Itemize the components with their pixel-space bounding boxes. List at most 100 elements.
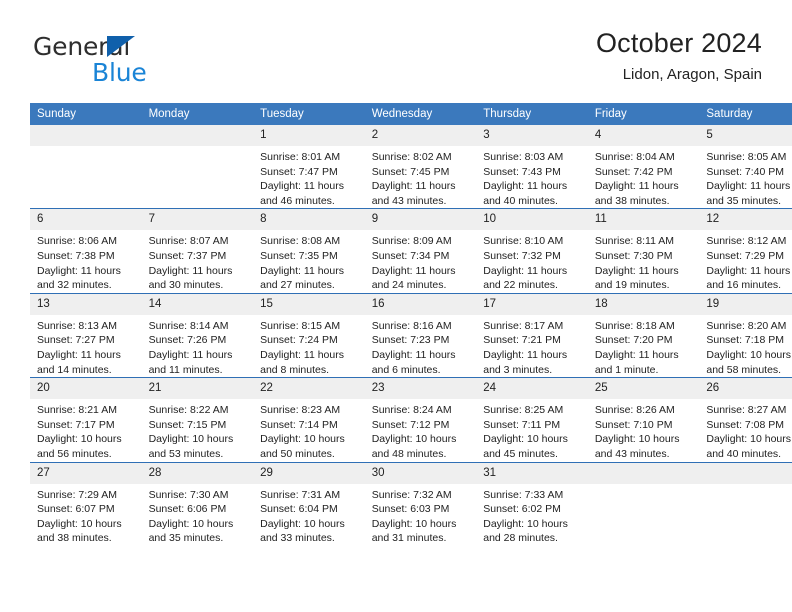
sunrise-text: Sunrise: 8:08 AM — [260, 235, 341, 248]
sunrise-text: Sunrise: 8:10 AM — [483, 235, 564, 248]
sunset-text: Sunset: 7:14 PM — [260, 418, 338, 431]
calendar-day-cell[interactable]: 15 Sunrise: 8:15 AM Sunset: 7:24 PM Dayligh… — [253, 292, 365, 378]
calendar-day-cell[interactable]: 29 Sunrise: 7:31 AM Sunset: 6:04 PM Dayligh… — [253, 461, 365, 546]
day-number — [30, 125, 142, 146]
weekday-header-wednesday: Wednesday — [364, 103, 477, 125]
day-details: Sunrise: 8:03 AM Sunset: 7:43 PM Daylight:… — [476, 146, 588, 208]
sunrise-text: Sunrise: 7:32 AM — [371, 488, 452, 501]
sunrise-text: Sunrise: 8:27 AM — [706, 404, 787, 417]
calendar-day-cell[interactable]: 17 Sunrise: 8:17 AM Sunset: 7:21 PM Dayligh… — [476, 292, 588, 378]
day-details: Sunrise: 8:16 AM Sunset: 7:23 PM Daylight:… — [365, 315, 477, 377]
calendar-day-cell[interactable]: 26 Sunrise: 8:27 AM Sunset: 7:08 PM Dayligh… — [699, 377, 792, 462]
day-number: 17 — [476, 293, 588, 315]
sunset-text: Sunset: 7:29 PM — [706, 249, 785, 262]
calendar-body: 1 Sunrise: 8:01 AM Sunset: 7:47 PM Daylight… — [30, 125, 792, 546]
calendar-day-cell[interactable]: 12 Sunrise: 8:12 AM Sunset: 7:29 PM Dayligh… — [699, 208, 792, 294]
logo-triangle-icon — [107, 36, 135, 57]
calendar-day-cell[interactable]: 5 Sunrise: 8:05 AM Sunset: 7:40 PM Daylight… — [699, 125, 792, 209]
sunrise-text: Sunrise: 7:29 AM — [37, 488, 117, 501]
calendar-day-cell[interactable]: 10 Sunrise: 8:10 AM Sunset: 7:32 PM Dayligh… — [476, 208, 588, 294]
sunset-text: Sunset: 7:26 PM — [148, 334, 227, 347]
sunset-text: Sunset: 7:37 PM — [148, 249, 227, 262]
sunrise-text: Sunrise: 8:07 AM — [148, 235, 229, 248]
page-header: General Blue October 2024 Lidon, Aragon,… — [30, 26, 762, 98]
daylight-text: Daylight: 10 hours and 56 minutes. — [37, 433, 122, 460]
calendar-day-cell[interactable]: 13 Sunrise: 8:13 AM Sunset: 7:27 PM Dayligh… — [30, 292, 142, 378]
day-details: Sunrise: 8:08 AM Sunset: 7:35 PM Daylight:… — [253, 230, 365, 292]
daylight-text: Daylight: 10 hours and 40 minutes. — [706, 433, 792, 460]
calendar-day-cell[interactable]: 18 Sunrise: 8:18 AM Sunset: 7:20 PM Dayligh… — [587, 292, 700, 378]
calendar-day-cell[interactable]: 31 Sunrise: 7:33 AM Sunset: 6:02 PM Dayligh… — [476, 461, 588, 546]
calendar-day-cell[interactable]: 28 Sunrise: 7:30 AM Sunset: 6:06 PM Dayligh… — [141, 461, 254, 546]
calendar-day-cell[interactable]: 16 Sunrise: 8:16 AM Sunset: 7:23 PM Dayligh… — [364, 292, 477, 378]
day-details: Sunrise: 8:26 AM Sunset: 7:10 PM Daylight:… — [588, 399, 700, 461]
calendar-day-cell[interactable]: 6 Sunrise: 8:06 AM Sunset: 7:38 PM Daylight… — [30, 208, 142, 294]
calendar-day-cell-empty — [587, 461, 700, 546]
sunrise-text: Sunrise: 8:13 AM — [37, 319, 117, 332]
calendar-day-cell-empty — [699, 461, 792, 546]
sunset-text: Sunset: 7:27 PM — [37, 334, 115, 347]
calendar-day-cell[interactable]: 3 Sunrise: 8:03 AM Sunset: 7:43 PM Daylight… — [476, 125, 588, 209]
daylight-text: Daylight: 11 hours and 11 minutes. — [148, 348, 233, 376]
sunrise-text: Sunrise: 8:05 AM — [706, 151, 787, 163]
page-title: October 2024 — [595, 28, 762, 58]
sunset-text: Sunset: 7:24 PM — [260, 334, 338, 347]
day-details: Sunrise: 8:05 AM Sunset: 7:40 PM Daylight:… — [699, 146, 792, 208]
sunrise-text: Sunrise: 8:23 AM — [260, 404, 341, 417]
calendar-day-cell[interactable]: 24 Sunrise: 8:25 AM Sunset: 7:11 PM Dayligh… — [476, 377, 588, 462]
day-details: Sunrise: 8:11 AM Sunset: 7:30 PM Daylight:… — [588, 230, 700, 292]
daylight-text: Daylight: 10 hours and 53 minutes. — [148, 433, 234, 460]
calendar-day-cell[interactable]: 25 Sunrise: 8:26 AM Sunset: 7:10 PM Dayligh… — [587, 377, 700, 462]
day-details: Sunrise: 7:31 AM Sunset: 6:04 PM Daylight:… — [253, 484, 365, 546]
calendar-day-cell[interactable]: 2 Sunrise: 8:02 AM Sunset: 7:45 PM Daylight… — [364, 125, 477, 209]
calendar-day-cell-empty — [30, 125, 142, 209]
calendar-day-cell[interactable]: 23 Sunrise: 8:24 AM Sunset: 7:12 PM Dayligh… — [364, 377, 477, 462]
sunset-text: Sunset: 7:23 PM — [371, 334, 450, 347]
sunrise-text: Sunrise: 8:20 AM — [706, 319, 787, 332]
sunrise-text: Sunrise: 8:17 AM — [483, 319, 564, 332]
sunrise-text: Sunrise: 8:24 AM — [371, 404, 452, 417]
day-details: Sunrise: 7:32 AM Sunset: 6:03 PM Daylight:… — [365, 484, 477, 546]
sunset-text: Sunset: 7:17 PM — [37, 418, 115, 431]
daylight-text: Daylight: 10 hours and 35 minutes. — [148, 517, 234, 545]
calendar-day-cell[interactable]: 27 Sunrise: 7:29 AM Sunset: 6:07 PM Dayligh… — [30, 461, 142, 546]
calendar-day-cell[interactable]: 14 Sunrise: 8:14 AM Sunset: 7:26 PM Dayligh… — [141, 292, 254, 378]
calendar-day-cell[interactable]: 19 Sunrise: 8:20 AM Sunset: 7:18 PM Dayligh… — [699, 292, 792, 378]
sunset-text: Sunset: 7:12 PM — [371, 418, 450, 431]
day-details: Sunrise: 8:25 AM Sunset: 7:11 PM Daylight:… — [476, 399, 588, 461]
calendar-day-cell[interactable]: 22 Sunrise: 8:23 AM Sunset: 7:14 PM Dayligh… — [253, 377, 365, 462]
calendar-day-cell[interactable]: 11 Sunrise: 8:11 AM Sunset: 7:30 PM Dayligh… — [587, 208, 700, 294]
day-number: 28 — [141, 462, 254, 484]
calendar-week-row: 27 Sunrise: 7:29 AM Sunset: 6:07 PM Dayligh… — [30, 461, 792, 546]
day-number: 15 — [253, 293, 365, 315]
daylight-text: Daylight: 10 hours and 31 minutes. — [371, 517, 457, 545]
sunrise-text: Sunrise: 8:25 AM — [483, 404, 564, 417]
calendar-day-cell[interactable]: 30 Sunrise: 7:32 AM Sunset: 6:03 PM Dayligh… — [364, 461, 477, 546]
daylight-text: Daylight: 10 hours and 38 minutes. — [37, 517, 122, 545]
daylight-text: Daylight: 11 hours and 19 minutes. — [594, 264, 679, 292]
sunset-text: Sunset: 7:38 PM — [37, 249, 115, 262]
calendar-page: General Blue October 2024 Lidon, Aragon,… — [0, 0, 792, 612]
calendar-day-cell[interactable]: 8 Sunrise: 8:08 AM Sunset: 7:35 PM Daylight… — [253, 208, 365, 294]
brand-logo: General Blue — [33, 32, 223, 94]
calendar-day-cell[interactable]: 7 Sunrise: 8:07 AM Sunset: 7:37 PM Daylight… — [141, 208, 254, 294]
day-number: 16 — [364, 293, 477, 315]
day-number — [699, 462, 792, 484]
calendar-day-cell[interactable]: 1 Sunrise: 8:01 AM Sunset: 7:47 PM Daylight… — [253, 125, 365, 209]
calendar-week-row: 13 Sunrise: 8:13 AM Sunset: 7:27 PM Dayligh… — [30, 292, 792, 378]
calendar-week-row: 6 Sunrise: 8:06 AM Sunset: 7:38 PM Daylight… — [30, 208, 792, 294]
calendar-day-cell[interactable]: 21 Sunrise: 8:22 AM Sunset: 7:15 PM Dayligh… — [141, 377, 254, 462]
day-number: 21 — [141, 378, 254, 400]
day-details: Sunrise: 8:21 AM Sunset: 7:17 PM Daylight:… — [30, 399, 142, 461]
weekday-header-thursday: Thursday — [476, 103, 588, 125]
sunrise-text: Sunrise: 8:12 AM — [706, 235, 787, 248]
weekday-header-monday: Monday — [141, 103, 254, 125]
day-number: 30 — [364, 462, 477, 484]
daylight-text: Daylight: 11 hours and 30 minutes. — [148, 264, 233, 292]
calendar-day-cell[interactable]: 9 Sunrise: 8:09 AM Sunset: 7:34 PM Daylight… — [364, 208, 477, 294]
calendar-day-cell[interactable]: 20 Sunrise: 8:21 AM Sunset: 7:17 PM Dayligh… — [30, 377, 142, 462]
day-details: Sunrise: 8:24 AM Sunset: 7:12 PM Daylight:… — [365, 399, 477, 461]
daylight-text: Daylight: 11 hours and 14 minutes. — [37, 348, 121, 376]
calendar-day-cell[interactable]: 4 Sunrise: 8:04 AM Sunset: 7:42 PM Daylight… — [587, 125, 700, 209]
weekday-header-saturday: Saturday — [699, 103, 792, 125]
